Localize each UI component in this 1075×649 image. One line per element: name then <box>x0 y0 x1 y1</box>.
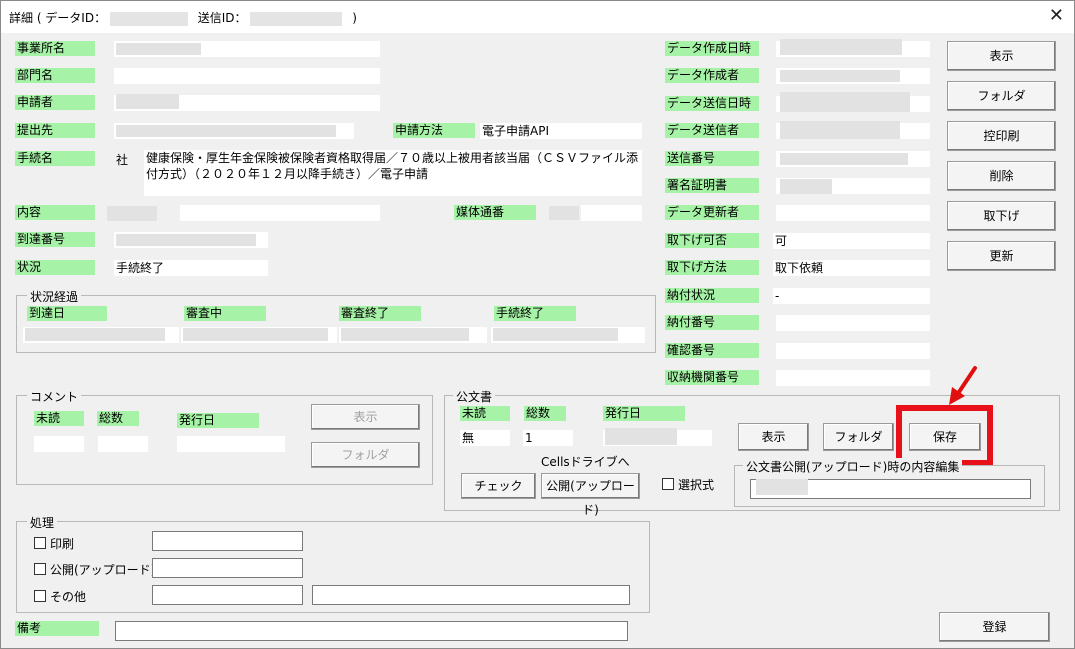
cells-drive-label: Cellsドライブへ <box>541 455 630 469</box>
progress-col-reviewed: 審査終了 <box>339 306 421 321</box>
progress-group <box>16 295 656 353</box>
print-checkbox-label: 印刷 <box>50 537 75 551</box>
field-content <box>180 205 380 221</box>
label-data-created-at: データ作成日時 <box>665 41 759 56</box>
label-payment-status: 納付状況 <box>665 288 759 303</box>
label-data-sender: データ送信者 <box>665 123 759 138</box>
official-show-button[interactable]: 表示 <box>738 423 809 451</box>
publish-edit-group-title: 公文書公開(アップロード)時の内容編集 <box>743 458 963 475</box>
field-payment-no <box>776 315 930 331</box>
official-issued-label: 発行日 <box>603 406 685 421</box>
field-procedure: 健康保険・厚生年金保険被保険者資格取得届／７０歳以上被用者該当届（ＣＳＶファイル… <box>144 150 642 196</box>
other-input-2[interactable] <box>312 585 630 605</box>
print-checkbox[interactable]: 印刷 <box>34 537 74 551</box>
label-arrival-no: 到達番号 <box>15 232 95 247</box>
title-bar: 詳細 ( データID： 送信ID： ) ✕ <box>1 1 1074 33</box>
comment-show-button[interactable]: 表示 <box>311 404 420 430</box>
detail-dialog: 詳細 ( データID： 送信ID： ) ✕ 事業所名 部門名 申請者 提出先 申… <box>0 0 1075 649</box>
label-dept: 部門名 <box>15 68 95 83</box>
field-status: 手続終了 <box>114 260 268 276</box>
check-button[interactable]: チェック <box>461 473 536 499</box>
folder-button[interactable]: フォルダ <box>947 81 1056 111</box>
official-folder-button[interactable]: フォルダ <box>823 423 894 451</box>
label-data-sent-at: データ送信日時 <box>665 96 759 111</box>
checkbox-icon <box>34 590 46 602</box>
label-cert: 署名証明書 <box>665 178 759 193</box>
checkbox-icon <box>34 537 46 549</box>
field-apply-method: 電子申請API <box>480 123 642 139</box>
annotation-arrow-icon <box>949 366 977 405</box>
comment-unread-label: 未読 <box>34 411 84 426</box>
field-confirm-no <box>776 343 930 359</box>
label-data-creator: データ作成者 <box>665 68 759 83</box>
field-media-no <box>581 205 642 221</box>
label-agency-no: 収納機関番号 <box>665 370 759 385</box>
official-doc-group-title: 公文書 <box>453 388 496 405</box>
label-applicant: 申請者 <box>15 95 95 110</box>
withdraw-button[interactable]: 取下げ <box>947 201 1056 231</box>
label-payment-no: 納付番号 <box>665 315 759 330</box>
label-withdraw-ok: 取下げ可否 <box>665 233 759 248</box>
progress-group-title: 状況経過 <box>27 288 82 305</box>
publish-button[interactable]: 公開(アップロード) <box>541 473 640 517</box>
label-confirm-no: 確認番号 <box>665 343 759 358</box>
remarks-input[interactable] <box>115 621 628 641</box>
field-payment-status: - <box>773 288 930 304</box>
process-group-title: 処理 <box>27 514 58 531</box>
label-procedure: 手続名 <box>15 151 95 166</box>
progress-col-reviewing: 審査中 <box>184 306 266 321</box>
progress-col-done: 手続終了 <box>494 306 576 321</box>
official-unread-value: 無 <box>460 430 510 446</box>
label-status: 状況 <box>15 260 95 275</box>
official-total-value: 1 <box>523 430 573 446</box>
label-withdraw-method: 取下げ方法 <box>665 260 759 275</box>
field-dept <box>114 68 380 84</box>
select-checkbox[interactable]: 選択式 <box>662 478 714 492</box>
field-agency-no <box>776 370 930 386</box>
label-content: 内容 <box>15 205 95 220</box>
comment-unread-value <box>34 436 84 452</box>
field-withdraw-ok: 可 <box>773 233 930 249</box>
select-checkbox-label: 選択式 <box>678 478 715 492</box>
update-button[interactable]: 更新 <box>947 241 1056 271</box>
comment-issued-label: 発行日 <box>177 413 259 428</box>
progress-col-arrival: 到達日 <box>27 306 107 321</box>
checkbox-icon <box>662 478 674 490</box>
publish-checkbox[interactable]: 公開(アップロード) <box>34 563 155 577</box>
publish-checkbox-label: 公開(アップロード) <box>50 563 156 577</box>
comment-folder-button[interactable]: フォルダ <box>311 442 420 468</box>
close-icon[interactable]: ✕ <box>1049 5 1064 26</box>
print-copy-button[interactable]: 控印刷 <box>947 121 1056 151</box>
window-title: 詳細 ( データID： 送信ID： ) <box>9 11 357 26</box>
save-highlight-box <box>896 405 993 466</box>
label-apply-method: 申請方法 <box>393 123 475 138</box>
field-withdraw-method: 取下依頼 <box>773 260 930 276</box>
delete-button[interactable]: 削除 <box>947 161 1056 191</box>
comment-group-title: コメント <box>27 388 82 405</box>
comment-total-value <box>98 436 148 452</box>
comment-total-label: 総数 <box>97 411 139 426</box>
label-submit-to: 提出先 <box>15 123 95 138</box>
other-input-1[interactable] <box>152 585 303 605</box>
official-unread-label: 未読 <box>460 406 510 421</box>
label-data-updater: データ更新者 <box>665 205 759 220</box>
print-input[interactable] <box>152 531 303 551</box>
label-send-no: 送信番号 <box>665 151 759 166</box>
field-data-updater <box>776 205 930 221</box>
checkbox-icon <box>34 563 46 575</box>
publish-input[interactable] <box>152 558 303 578</box>
register-button[interactable]: 登録 <box>939 612 1050 642</box>
other-checkbox-label: その他 <box>50 590 87 604</box>
label-office: 事業所名 <box>15 41 95 56</box>
label-media-no: 媒体通番 <box>454 205 536 220</box>
official-total-label: 総数 <box>524 406 566 421</box>
label-remarks: 備考 <box>15 621 99 636</box>
procedure-prefix: 社 <box>116 153 129 167</box>
comment-issued-value <box>177 436 285 452</box>
other-checkbox[interactable]: その他 <box>34 590 86 604</box>
show-button[interactable]: 表示 <box>947 41 1056 71</box>
